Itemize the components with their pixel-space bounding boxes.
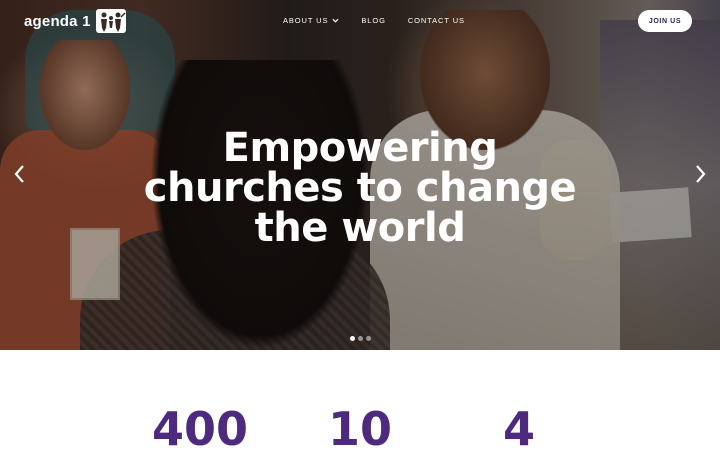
family-figures-icon xyxy=(95,9,126,33)
nav-item-label: BLOG xyxy=(361,16,386,25)
chevron-right-icon[interactable] xyxy=(690,162,710,186)
slider-dot[interactable] xyxy=(358,336,363,341)
brand-logo[interactable]: agenda 1 xyxy=(24,8,127,34)
join-us-button[interactable]: JOIN US xyxy=(638,10,692,32)
stats-section: 400 10 4 xyxy=(0,350,720,450)
headline-line-1: Empowering xyxy=(222,125,498,171)
nav-item-label: CONTACT US xyxy=(407,16,465,25)
nav-item-contact-us[interactable]: CONTACT US xyxy=(408,16,465,25)
chevron-down-icon xyxy=(332,18,339,23)
hero-headline: Empowering churches to change the world xyxy=(100,128,620,248)
slider-dot[interactable] xyxy=(350,336,355,341)
headline-line-3: the world xyxy=(254,205,466,251)
stat-value: 4 xyxy=(502,402,535,450)
top-navigation: agenda 1 ABOUT US BLOG CONTACT US JOIN U… xyxy=(0,0,720,42)
headline-line-2: churches to change xyxy=(143,165,577,211)
stat-value: 10 xyxy=(327,402,392,450)
hero-slider: agenda 1 ABOUT US BLOG CONTACT US JOIN U… xyxy=(0,0,720,350)
stat-value: 400 xyxy=(151,402,249,450)
slider-dot[interactable] xyxy=(366,336,371,341)
chevron-left-icon[interactable] xyxy=(10,162,30,186)
nav-item-label: ABOUT US xyxy=(283,16,329,25)
main-menu: ABOUT US BLOG CONTACT US xyxy=(283,16,465,25)
slider-pagination xyxy=(350,336,371,341)
nav-item-blog[interactable]: BLOG xyxy=(361,16,385,25)
nav-item-about-us[interactable]: ABOUT US xyxy=(283,16,339,25)
brand-name: agenda 1 xyxy=(24,12,91,30)
